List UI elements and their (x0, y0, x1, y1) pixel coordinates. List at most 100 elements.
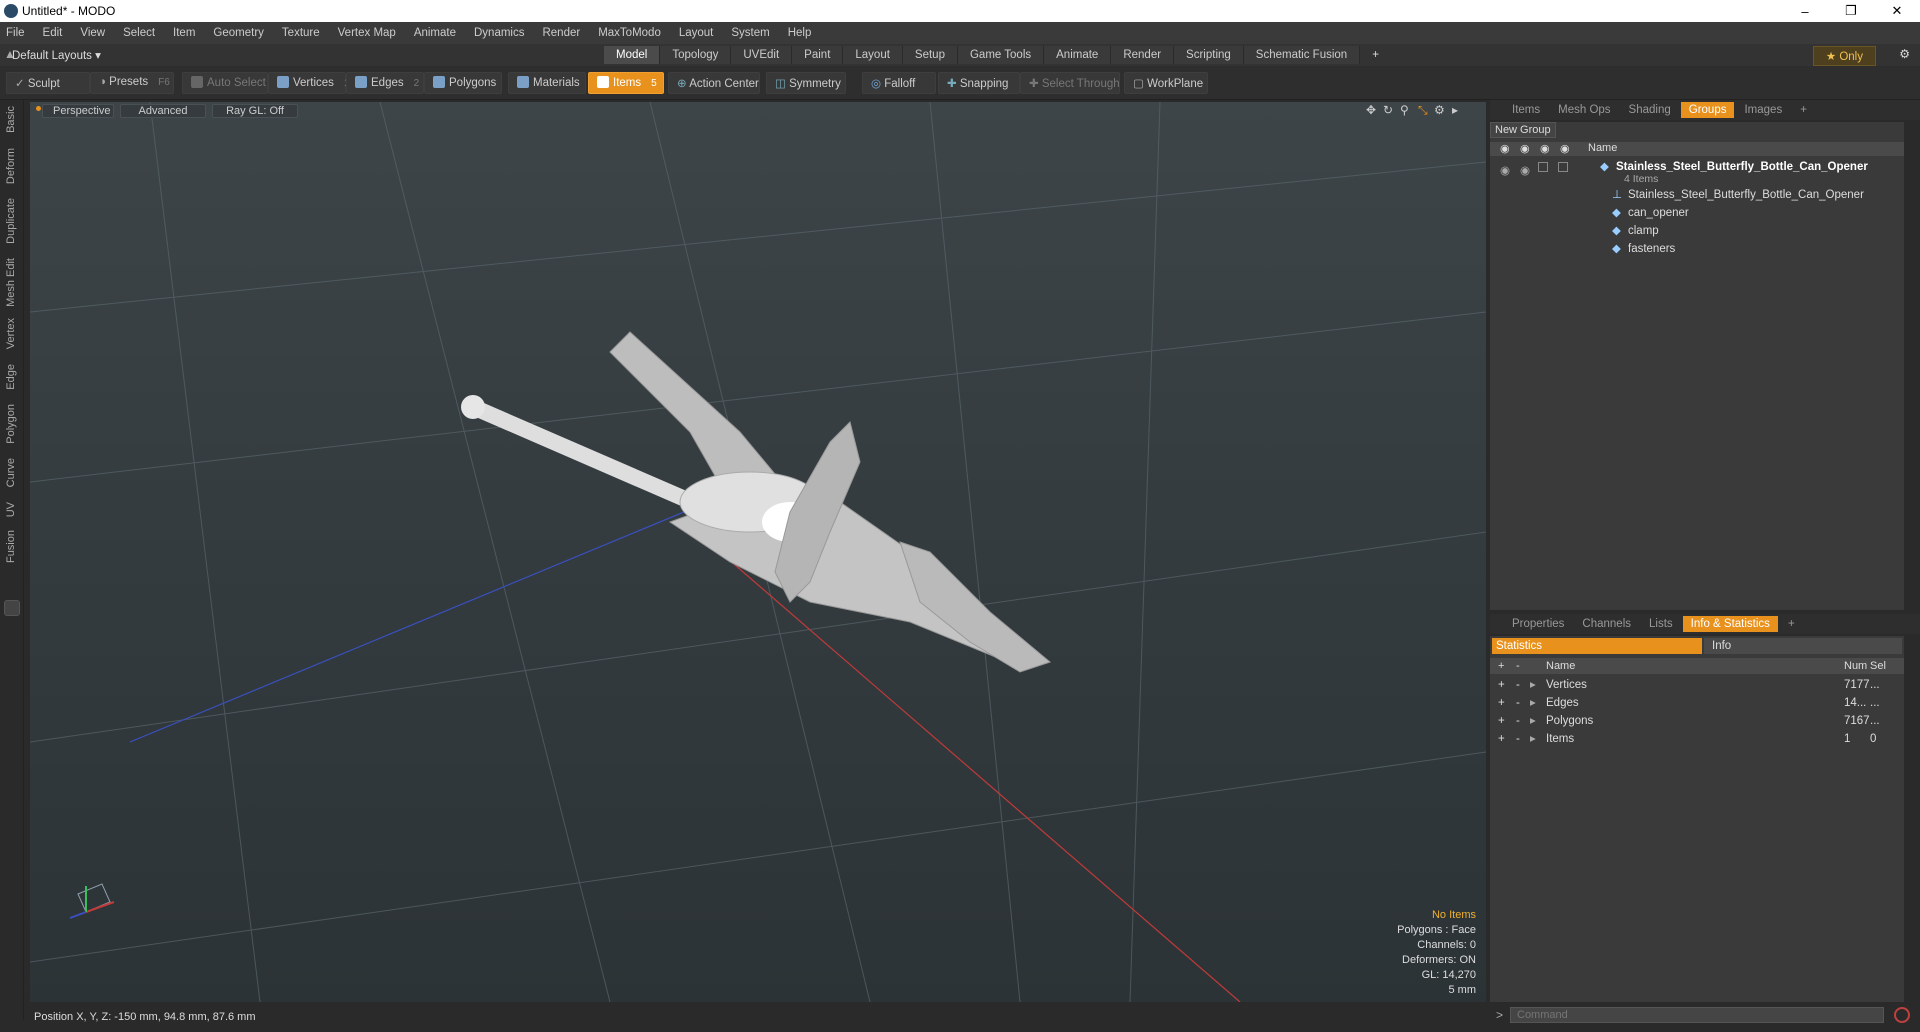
menu-help[interactable]: Help (788, 27, 812, 39)
tab-lists[interactable]: Lists (1641, 616, 1681, 632)
remove-selection-icon[interactable]: - (1516, 712, 1520, 730)
left-tab-edge[interactable]: Edge (5, 364, 17, 390)
tab-animate[interactable]: Animate (1044, 46, 1112, 64)
command-input[interactable] (1510, 1007, 1884, 1023)
perspective-button[interactable]: Perspective (42, 104, 114, 118)
tab-shading[interactable]: Shading (1621, 102, 1679, 118)
tab-setup[interactable]: Setup (902, 46, 958, 64)
tab-model[interactable]: Model (604, 46, 661, 64)
group-child-row[interactable]: ◆ fasteners (1490, 240, 1904, 258)
tab-scripting[interactable]: Scripting (1174, 46, 1244, 64)
menu-edit[interactable]: Edit (43, 27, 63, 39)
remove-selection-icon[interactable]: - (1516, 676, 1520, 694)
add-selection-icon[interactable]: + (1498, 676, 1505, 694)
menu-dynamics[interactable]: Dynamics (474, 27, 524, 39)
add-tab-icon[interactable]: + (1360, 46, 1391, 64)
tab-channels[interactable]: Channels (1574, 616, 1639, 632)
zoom-view-icon[interactable]: ⚲ (1400, 103, 1409, 117)
tab-paint[interactable]: Paint (792, 46, 844, 64)
new-group-button[interactable]: New Group (1490, 122, 1556, 138)
add-selection-icon[interactable]: + (1498, 712, 1505, 730)
move-view-icon[interactable]: ✥ (1366, 103, 1376, 117)
edges-button[interactable]: Edges 2 (346, 72, 424, 94)
info-tab[interactable]: Info (1704, 638, 1902, 654)
materials-button[interactable]: Materials (508, 72, 586, 94)
group-child-row[interactable]: ⊥ Stainless_Steel_Butterfly_Bottle_Can_Op… (1490, 186, 1904, 204)
maximize-view-icon[interactable]: ⤡ (1418, 103, 1428, 118)
falloff-button[interactable]: ◎ Falloff (862, 72, 936, 94)
snapping-button[interactable]: ✚ Snapping (938, 72, 1020, 94)
tab-info-statistics[interactable]: Info & Statistics (1682, 616, 1778, 632)
add-tab-icon[interactable]: + (1792, 102, 1815, 118)
remove-selection-icon[interactable]: - (1516, 730, 1520, 748)
auto-select-button[interactable]: Auto Select (182, 72, 268, 94)
action-center-button[interactable]: ⊕ Action Center (668, 72, 760, 94)
expand-arrow-icon[interactable]: ▸ (1530, 712, 1536, 730)
record-icon[interactable] (1894, 1007, 1910, 1023)
symmetry-button[interactable]: ◫ Symmetry (766, 72, 846, 94)
stat-row[interactable]: + - ▸ Items 1 0 (1490, 730, 1904, 748)
rotate-view-icon[interactable]: ↻ (1383, 103, 1393, 117)
menu-animate[interactable]: Animate (414, 27, 456, 39)
3d-viewport[interactable]: Perspective Advanced Ray GL: Off ✥ ↻ ⚲ ⤡… (30, 102, 1486, 1002)
left-tab-curve[interactable]: Curve (5, 458, 17, 487)
viewport-arrow-icon[interactable]: ▸ (1452, 103, 1458, 117)
polygons-button[interactable]: Polygons (424, 72, 502, 94)
tab-groups[interactable]: Groups (1680, 102, 1735, 118)
tab-game-tools[interactable]: Game Tools (957, 46, 1045, 64)
left-tab-polygon[interactable]: Polygon (5, 404, 17, 444)
left-tab-vertex[interactable]: Vertex (5, 318, 17, 349)
maximize-button[interactable]: ❐ (1828, 0, 1874, 22)
raygl-button[interactable]: Ray GL: Off (212, 104, 298, 118)
menu-maxtomodo[interactable]: MaxToModo (598, 27, 661, 39)
stat-row[interactable]: + - ▸ Vertices 7177 ... (1490, 676, 1904, 694)
menu-item[interactable]: Item (173, 27, 195, 39)
tab-mesh-ops[interactable]: Mesh Ops (1550, 102, 1618, 118)
add-selection-icon[interactable]: + (1498, 694, 1505, 712)
left-tab-deform[interactable]: Deform (5, 148, 17, 184)
group-child-row[interactable]: ◆ clamp (1490, 222, 1904, 240)
lock-toggle-icon[interactable] (1538, 162, 1548, 172)
tab-items[interactable]: Items (1504, 102, 1548, 118)
menu-texture[interactable]: Texture (282, 27, 320, 39)
menu-view[interactable]: View (80, 27, 105, 39)
items-button[interactable]: Items 5 (588, 72, 664, 94)
remove-selection-icon[interactable]: - (1516, 694, 1520, 712)
expand-arrow-icon[interactable]: ▸ (1530, 676, 1536, 694)
panel-toggle-icon[interactable] (4, 600, 20, 616)
tab-render[interactable]: Render (1111, 46, 1175, 64)
layout-selector[interactable]: Default Layouts ▾ (12, 48, 101, 62)
menu-select[interactable]: Select (123, 27, 155, 39)
tab-schematic-fusion[interactable]: Schematic Fusion (1243, 46, 1361, 64)
viewport-settings-icon[interactable]: ⚙ (1434, 103, 1445, 117)
left-tab-uv[interactable]: UV (5, 502, 17, 517)
stat-row[interactable]: + - ▸ Polygons 7167 ... (1490, 712, 1904, 730)
tab-images[interactable]: Images (1736, 102, 1790, 118)
statistics-tab[interactable]: Statistics (1492, 638, 1702, 654)
tab-layout[interactable]: Layout (843, 46, 903, 64)
minimize-button[interactable]: – (1782, 0, 1828, 22)
close-button[interactable]: ✕ (1874, 0, 1920, 22)
workplane-button[interactable]: ▢ WorkPlane (1124, 72, 1208, 94)
left-tab-basic[interactable]: Basic (5, 106, 17, 133)
select-through-button[interactable]: ✚ Select Through (1020, 72, 1120, 94)
add-tab-icon[interactable]: + (1780, 616, 1803, 632)
menu-layout[interactable]: Layout (679, 27, 714, 39)
left-tab-duplicate[interactable]: Duplicate (5, 198, 17, 244)
group-child-row[interactable]: ◆ can_opener (1490, 204, 1904, 222)
gear-icon[interactable]: ⚙ (1899, 47, 1910, 61)
tab-topology[interactable]: Topology (660, 46, 732, 64)
select-toggle-icon[interactable] (1558, 162, 1568, 172)
add-selection-icon[interactable]: + (1498, 730, 1505, 748)
left-tab-mesh-edit[interactable]: Mesh Edit (5, 258, 17, 307)
tab-uvedit[interactable]: UVEdit (731, 46, 793, 64)
menu-geometry[interactable]: Geometry (213, 27, 264, 39)
menu-vertex-map[interactable]: Vertex Map (338, 27, 396, 39)
menu-file[interactable]: File (6, 27, 25, 39)
tab-properties[interactable]: Properties (1504, 616, 1572, 632)
left-tab-fusion[interactable]: Fusion (5, 530, 17, 563)
expand-arrow-icon[interactable]: ▸ (1530, 694, 1536, 712)
sculpt-button[interactable]: ✓ Sculpt (6, 72, 90, 94)
menu-render[interactable]: Render (542, 27, 580, 39)
shading-button[interactable]: Advanced (120, 104, 206, 118)
